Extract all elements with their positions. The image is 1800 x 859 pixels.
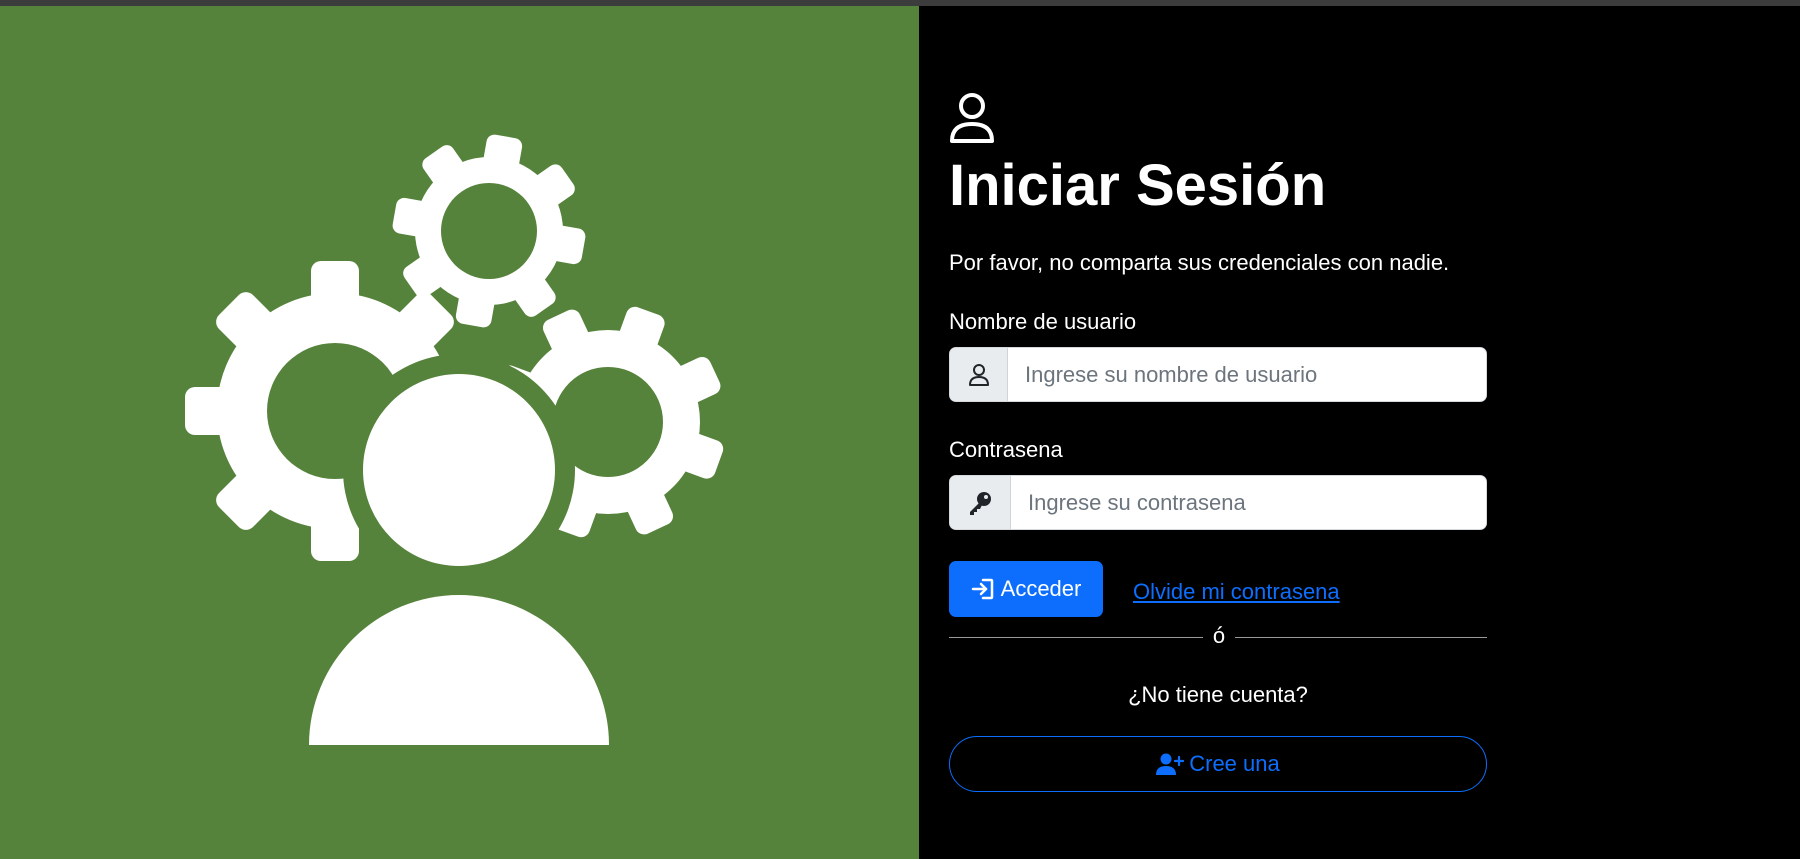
forgot-password-link[interactable]: Olvide mi contrasena bbox=[1133, 577, 1340, 607]
divider-text: ó bbox=[1212, 623, 1226, 648]
username-label: Nombre de usuario bbox=[949, 309, 1137, 334]
credentials-warning: Por favor, no comparta sus credenciales … bbox=[949, 250, 1450, 275]
divider-right bbox=[1235, 637, 1487, 638]
no-account-text: ¿No tiene cuenta? bbox=[1128, 682, 1308, 707]
illustration-panel bbox=[0, 6, 919, 859]
box-arrow-in-right-icon bbox=[971, 578, 993, 600]
password-input[interactable] bbox=[1011, 476, 1486, 529]
page-title: Iniciar Sesión bbox=[949, 153, 1327, 218]
password-addon bbox=[950, 476, 1011, 529]
login-panel: Iniciar Sesión Por favor, no comparta su… bbox=[919, 6, 1800, 859]
register-button[interactable]: Cree una bbox=[949, 736, 1487, 792]
password-label: Contrasena bbox=[949, 437, 1063, 462]
person-plus-icon bbox=[1156, 753, 1185, 775]
login-button-label: Acceder bbox=[1000, 576, 1082, 601]
divider-left bbox=[949, 637, 1203, 638]
username-input[interactable] bbox=[1008, 348, 1486, 401]
username-input-group bbox=[949, 347, 1487, 402]
login-button[interactable]: Acceder bbox=[949, 561, 1103, 617]
person-icon bbox=[950, 93, 994, 143]
key-icon bbox=[970, 491, 991, 515]
person-icon bbox=[968, 363, 989, 386]
username-addon bbox=[950, 348, 1008, 401]
password-input-group bbox=[949, 475, 1487, 530]
person-with-gears-icon bbox=[185, 134, 724, 745]
register-button-label: Cree una bbox=[1189, 751, 1280, 776]
